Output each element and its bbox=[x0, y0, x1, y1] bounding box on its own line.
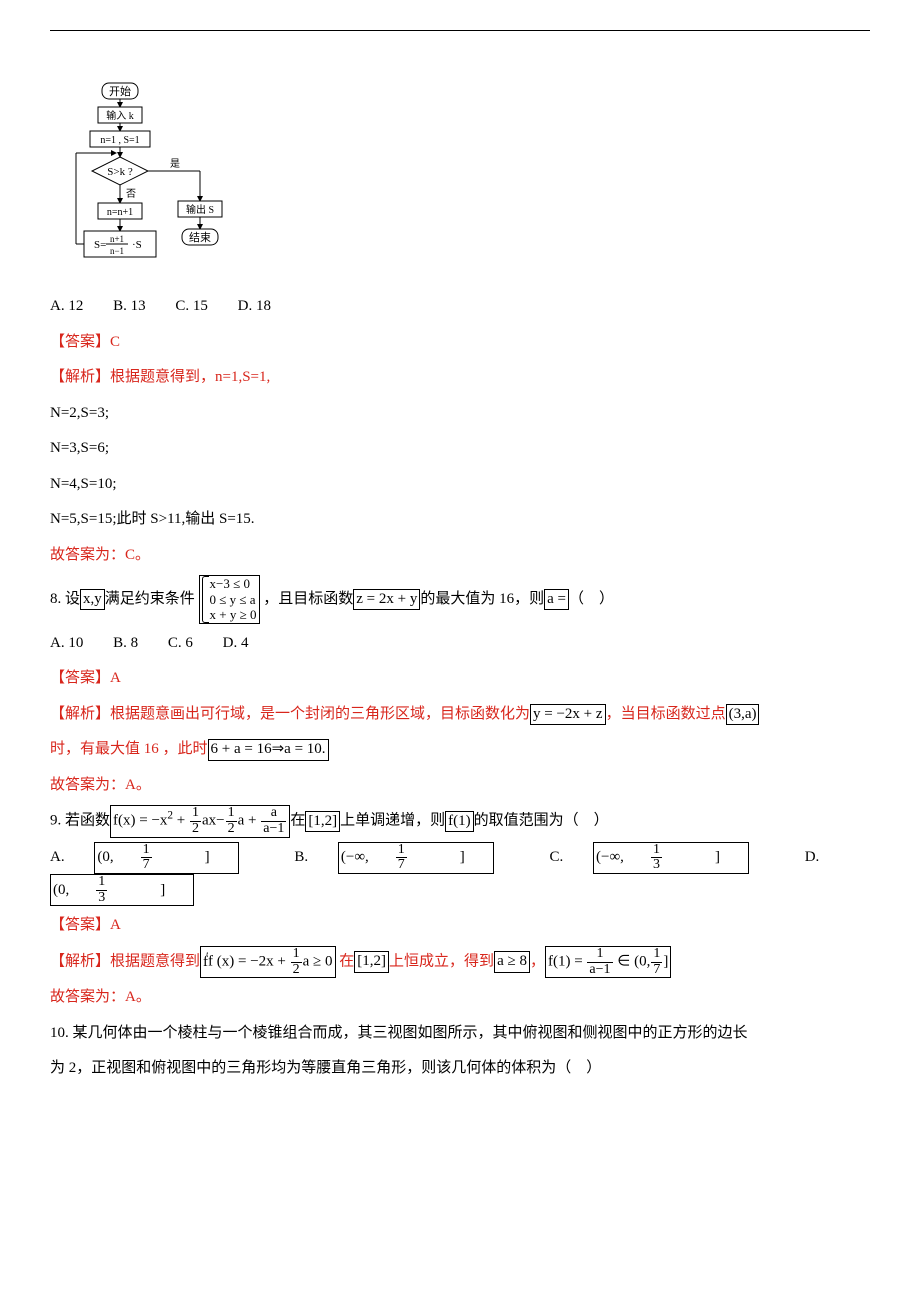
q8-tail: （ ） bbox=[569, 591, 614, 607]
q8-answer: 【答案】A bbox=[50, 663, 870, 695]
exp9-f1: f(1) = 1a−1 ∈ (0,17] bbox=[545, 946, 671, 978]
exp8-eq2: 6 + a = 16⇒a = 10. bbox=[208, 739, 329, 761]
q10-line2: 为 2，正视图和俯视图中的三角形均为等腰直角三角形，则该几何体的体积为（ ） bbox=[50, 1053, 870, 1085]
opt-c: C. 6 bbox=[168, 635, 193, 651]
svg-text:S>k ?: S>k ? bbox=[107, 166, 133, 178]
q8-explain-l1: 【解析】根据题意画出可行域，是一个封闭的三角形区域，目标函数化为y = −2x … bbox=[50, 699, 870, 731]
exp9-d: ， bbox=[530, 954, 545, 970]
opt-a: A. 12 bbox=[50, 298, 83, 314]
svg-text:输出 S: 输出 S bbox=[186, 203, 214, 216]
exp9-int: [1,2] bbox=[354, 951, 389, 973]
svg-text:开始: 开始 bbox=[109, 84, 131, 98]
q7-options: A. 12 B. 13 C. 15 D. 18 bbox=[50, 291, 870, 323]
opt-a: A. (0,17] bbox=[50, 849, 265, 865]
q7-answer: 【答案】C bbox=[50, 327, 870, 359]
q8-conclusion: 故答案为：A。 bbox=[50, 770, 870, 802]
q9-interval: [1,2] bbox=[305, 811, 340, 833]
q7-step3: N=4,S=10; bbox=[50, 469, 870, 501]
q9-fx: f(x) = −x2 + 12ax−12a + aa−1 bbox=[110, 805, 290, 837]
q8-mid1: 满足约束条件 bbox=[105, 591, 195, 607]
opt-d: D. 18 bbox=[238, 298, 271, 314]
exp9-fpx: f′f (x) = −2x + 12a ≥ 0 bbox=[200, 946, 336, 978]
q8-mid3: 的最大值为 16，则 bbox=[420, 591, 544, 607]
q9-explain: 【解析】根据题意得到 f′f (x) = −2x + 12a ≥ 0 在[1,2… bbox=[50, 946, 870, 978]
q8-pre: 8. 设 bbox=[50, 591, 80, 607]
q8-z: z = 2x + y bbox=[353, 589, 420, 611]
exp8-1a: 【解析】根据题意画出可行域，是一个封闭的三角形区域，目标函数化为 bbox=[50, 706, 530, 722]
opt-b: B. (−∞,17] bbox=[294, 849, 519, 865]
svg-text:是: 是 bbox=[170, 158, 180, 170]
exp9-a: 【解析】根据题意得到 bbox=[50, 954, 200, 970]
q9-mid2: 上单调递增，则 bbox=[340, 813, 445, 829]
q9-f1: f(1) bbox=[445, 811, 474, 833]
q9-answer: 【答案】A bbox=[50, 910, 870, 942]
q9-stem: 9. 若函数 f(x) = −x2 + 12ax−12a + aa−1 在[1,… bbox=[50, 805, 870, 837]
opt-b: B. 8 bbox=[113, 635, 138, 651]
exp8-1b: ，当目标函数过点 bbox=[606, 706, 726, 722]
q9-mid1: 在 bbox=[290, 813, 305, 829]
q8-c3: x + y ≥ 0 bbox=[210, 607, 257, 623]
q9-options: A. (0,17] B. (−∞,17] C. (−∞,13] D. (0,13… bbox=[50, 842, 870, 907]
svg-text:n+1: n+1 bbox=[110, 234, 124, 244]
svg-text:S=: S= bbox=[94, 239, 106, 251]
exp9-a8: a ≥ 8 bbox=[494, 951, 530, 973]
flowchart-diagram: 开始 输入 k n=1 , S=1 S>k ? 是 输出 S 结束 否 bbox=[70, 81, 870, 281]
q8-c2: 0 ≤ y ≤ a bbox=[210, 592, 257, 608]
q7-step4: N=5,S=15;此时 S>11,输出 S=15. bbox=[50, 504, 870, 536]
opt-c: C. 15 bbox=[175, 298, 208, 314]
top-rule bbox=[50, 30, 870, 31]
q9-pre: 9. 若函数 bbox=[50, 813, 110, 829]
q8-explain-l2: 时，有最大值 16 ，此时6 + a = 16⇒a = 10. bbox=[50, 734, 870, 766]
svg-text:·S: ·S bbox=[132, 239, 142, 251]
svg-text:n−1: n−1 bbox=[110, 246, 124, 256]
opt-a: A. 10 bbox=[50, 635, 83, 651]
q7-step1: N=2,S=3; bbox=[50, 398, 870, 430]
q7-step2: N=3,S=6; bbox=[50, 433, 870, 465]
q7-explain-head: 【解析】根据题意得到，n=1,S=1, bbox=[50, 362, 870, 394]
opt-b: B. 13 bbox=[113, 298, 146, 314]
q8-xy: x,y bbox=[80, 589, 105, 611]
svg-text:结束: 结束 bbox=[189, 231, 211, 244]
q7-conclusion: 故答案为：C。 bbox=[50, 540, 870, 572]
svg-text:否: 否 bbox=[126, 188, 136, 200]
q8-options: A. 10 B. 8 C. 6 D. 4 bbox=[50, 628, 870, 660]
q8-a: a = bbox=[544, 589, 569, 611]
q8-constraints: x−3 ≤ 0 0 ≤ y ≤ a x + y ≥ 0 bbox=[199, 575, 260, 624]
q9-tail: 的取值范围为（ ） bbox=[474, 813, 609, 829]
exp8-eq1: y = −2x + z bbox=[530, 704, 606, 726]
q8-mid2: ，且目标函数 bbox=[263, 591, 353, 607]
opt-d: D. 4 bbox=[223, 635, 249, 651]
svg-text:n=1 , S=1: n=1 , S=1 bbox=[100, 135, 139, 146]
q8-stem: 8. 设x,y满足约束条件 x−3 ≤ 0 0 ≤ y ≤ a x + y ≥ … bbox=[50, 575, 870, 624]
svg-text:n=n+1: n=n+1 bbox=[107, 207, 133, 218]
q10-line1: 10. 某几何体由一个棱柱与一个棱锥组合而成，其三视图如图所示，其中俯视图和侧视… bbox=[50, 1018, 870, 1050]
exp8-2a: 时，有最大值 16 ，此时 bbox=[50, 741, 208, 757]
q9-conclusion: 故答案为：A。 bbox=[50, 982, 870, 1014]
exp8-pt: (3,a) bbox=[726, 704, 760, 726]
opt-c: C. (−∞,13] bbox=[550, 849, 775, 865]
svg-text:输入 k: 输入 k bbox=[106, 109, 134, 122]
exp9-c: 上恒成立，得到 bbox=[389, 954, 494, 970]
exp9-b: 在 bbox=[336, 954, 355, 970]
q8-c1: x−3 ≤ 0 bbox=[210, 576, 257, 592]
